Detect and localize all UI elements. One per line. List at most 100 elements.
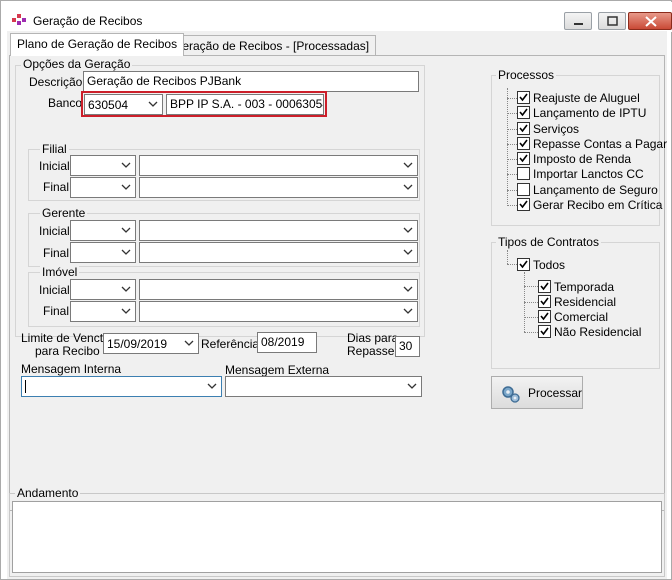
mensagem-interna-select[interactable]	[21, 376, 222, 397]
processo-label: Lançamento de Seguro	[533, 183, 658, 197]
processos-tree-line	[507, 88, 508, 206]
tree-connector	[507, 98, 517, 99]
gerente-final-name-select[interactable]	[139, 242, 418, 263]
imovel-inicial-label: Inicial	[39, 283, 70, 297]
tree-connector	[524, 302, 538, 303]
referencia-label: Referência	[201, 337, 260, 351]
check-icon	[519, 200, 528, 209]
check-icon	[540, 312, 549, 321]
minimize-button[interactable]	[564, 12, 592, 30]
imovel-final-name-select[interactable]	[139, 301, 418, 322]
checkbox-servicos[interactable]	[517, 122, 530, 135]
tipo-label: Temporada	[554, 280, 615, 294]
imovel-inicial-code-select[interactable]	[70, 279, 136, 300]
chevron-down-icon	[184, 340, 194, 346]
filial-inicial-name-select[interactable]	[139, 155, 418, 176]
processar-button[interactable]: Processar	[491, 376, 583, 409]
chevron-down-icon	[403, 184, 413, 190]
checkbox-reajuste[interactable]	[517, 91, 530, 104]
limite-label-line2: para Recibo	[35, 344, 100, 358]
gerente-final-code-select[interactable]	[70, 242, 136, 263]
checkbox-todos[interactable]	[517, 258, 530, 271]
tree-connector	[524, 286, 538, 287]
close-icon	[645, 16, 657, 27]
chevron-down-icon	[121, 286, 131, 292]
check-icon	[519, 124, 528, 133]
close-button[interactable]	[628, 12, 672, 30]
mensagem-externa-label: Mensagem Externa	[225, 363, 330, 377]
imovel-inicial-name-select[interactable]	[139, 279, 418, 300]
todos-label: Todos	[533, 258, 566, 272]
processo-label: Lançamento de IPTU	[533, 106, 647, 120]
checkbox-seguro[interactable]	[517, 183, 530, 196]
check-icon	[519, 154, 528, 163]
processos-group-title: Processos	[496, 68, 557, 82]
tipos-root-line	[507, 250, 508, 264]
maximize-icon	[607, 16, 618, 26]
filial-final-name-select[interactable]	[139, 177, 418, 198]
checkbox-residencial[interactable]	[538, 295, 551, 308]
andamento-log[interactable]	[12, 501, 662, 573]
descricao-input[interactable]: Geração de Recibos PJBank	[83, 71, 419, 92]
chevron-down-icon	[407, 383, 417, 389]
filial-inicial-code-select[interactable]	[70, 155, 136, 176]
checkbox-iptu[interactable]	[517, 106, 530, 119]
client-area: Plano de Geração de Recibos Geração de R…	[7, 31, 667, 579]
tree-connector	[507, 264, 517, 265]
descricao-label: Descrição	[29, 75, 83, 89]
text-cursor	[25, 380, 26, 393]
processo-label: Importar Lanctos CC	[533, 167, 644, 181]
chevron-down-icon	[121, 184, 131, 190]
tree-connector	[524, 332, 538, 333]
processo-label: Serviços	[533, 122, 580, 136]
tree-connector	[507, 113, 517, 114]
maximize-button[interactable]	[598, 12, 626, 30]
mensagem-externa-select[interactable]	[225, 376, 422, 397]
tipo-label: Não Residencial	[554, 325, 642, 339]
filial-final-code-select[interactable]	[70, 177, 136, 198]
checkbox-temporada[interactable]	[538, 280, 551, 293]
tree-connector	[524, 317, 538, 318]
processo-label: Repasse Contas a Pagar	[533, 137, 668, 151]
tab-processadas[interactable]: Geração de Recibos - [Processadas]	[166, 35, 377, 55]
chevron-down-icon	[403, 249, 413, 255]
check-icon	[519, 260, 528, 269]
check-icon	[519, 93, 528, 102]
processo-label: Reajuste de Aluguel	[533, 91, 640, 105]
dias-input[interactable]: 30	[395, 336, 420, 357]
checkbox-gerar-recibo[interactable]	[517, 198, 530, 211]
gerente-final-label: Final	[43, 246, 70, 260]
referencia-input[interactable]: 08/2019	[257, 332, 317, 353]
tree-connector	[507, 129, 517, 130]
chevron-down-icon	[121, 227, 131, 233]
andamento-title: Andamento	[15, 486, 81, 500]
checkbox-repasse[interactable]	[517, 137, 530, 150]
limite-date-picker[interactable]: 15/09/2019	[103, 333, 199, 354]
tree-connector	[507, 205, 517, 206]
tab-plano-geracao[interactable]: Plano de Geração de Recibos	[10, 33, 185, 56]
checkbox-imposto[interactable]	[517, 152, 530, 165]
check-icon	[540, 297, 549, 306]
banco-code-select[interactable]: 630504	[84, 94, 163, 115]
main-window: Geração de Recibos Plano de Geração de R…	[0, 0, 672, 580]
gerente-inicial-label: Inicial	[39, 224, 70, 238]
tab-panel: Opções da Geração Descrição Geração de R…	[9, 55, 668, 511]
limite-date-value: 15/09/2019	[107, 337, 168, 351]
dias-label-line2: Repasse	[347, 344, 395, 358]
tree-connector	[507, 144, 517, 145]
limite-label-line1: Limite de Vencto	[21, 331, 110, 345]
gerente-inicial-name-select[interactable]	[139, 220, 418, 241]
checkbox-importar-lanctos[interactable]	[517, 167, 530, 180]
filial-group-title: Filial	[40, 142, 69, 156]
banco-code-value: 630504	[88, 98, 129, 112]
opcoes-group-title: Opções da Geração	[21, 57, 133, 71]
processar-label: Processar	[528, 386, 583, 400]
tree-connector	[507, 159, 517, 160]
gerente-inicial-code-select[interactable]	[70, 220, 136, 241]
checkbox-comercial[interactable]	[538, 310, 551, 323]
tree-connector	[507, 174, 517, 175]
filial-final-label: Final	[43, 180, 70, 194]
tipo-label: Residencial	[554, 295, 617, 309]
imovel-final-code-select[interactable]	[70, 301, 136, 322]
checkbox-nao-residencial[interactable]	[538, 325, 551, 338]
